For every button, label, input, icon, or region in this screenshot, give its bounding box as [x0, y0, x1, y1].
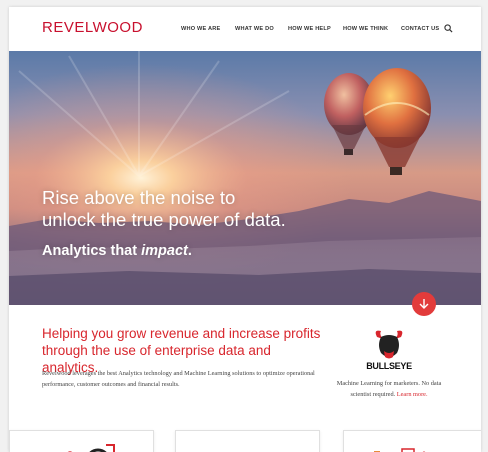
hero-sub-suffix: .: [187, 243, 192, 259]
feature-card-2[interactable]: [175, 430, 320, 452]
hero-subheadline: Analytics that impact.: [42, 243, 192, 259]
hero-banner: Rise above the noise to unlock the true …: [9, 51, 481, 305]
bullseye-description: Machine Learning for marketers. No data …: [327, 378, 451, 400]
hero-sub-emphasis: impact: [141, 243, 188, 259]
diamond-graphic-icon: [176, 431, 319, 452]
nav-who-we-are[interactable]: WHO WE ARE: [181, 26, 220, 32]
nav-how-we-think[interactable]: HOW WE THINK: [343, 26, 388, 32]
site-header: REVELWOOD WHO WE ARE WHAT WE DO HOW WE H…: [9, 7, 481, 51]
learn-more-link[interactable]: Learn more.: [397, 391, 428, 398]
scroll-down-button[interactable]: [412, 292, 436, 316]
analytics-graphic-icon: [67, 444, 115, 452]
feature-card-3[interactable]: [343, 430, 481, 452]
blocks-graphic-icon: [374, 448, 426, 452]
nav-what-we-do[interactable]: WHAT WE DO: [235, 26, 274, 32]
bullseye-logo-text[interactable]: BULLSEYE: [359, 361, 419, 371]
search-icon[interactable]: [444, 24, 453, 33]
hero-headline-line1: Rise above the noise to: [42, 187, 236, 208]
nav-contact-us[interactable]: CONTACT US: [401, 26, 439, 32]
feature-card-1[interactable]: [9, 430, 154, 452]
nav-how-we-help[interactable]: HOW WE HELP: [288, 26, 331, 32]
hero-sub-prefix: Analytics that: [42, 243, 142, 259]
page: REVELWOOD WHO WE ARE WHAT WE DO HOW WE H…: [9, 7, 481, 452]
hero-background-image: [9, 51, 481, 305]
revelwood-logo[interactable]: REVELWOOD: [42, 19, 143, 36]
intro-body: Revelwood leverages the best Analytics t…: [42, 370, 315, 388]
hero-headline-line2: unlock the true power of data.: [42, 209, 286, 230]
arrow-down-icon: [419, 299, 429, 309]
